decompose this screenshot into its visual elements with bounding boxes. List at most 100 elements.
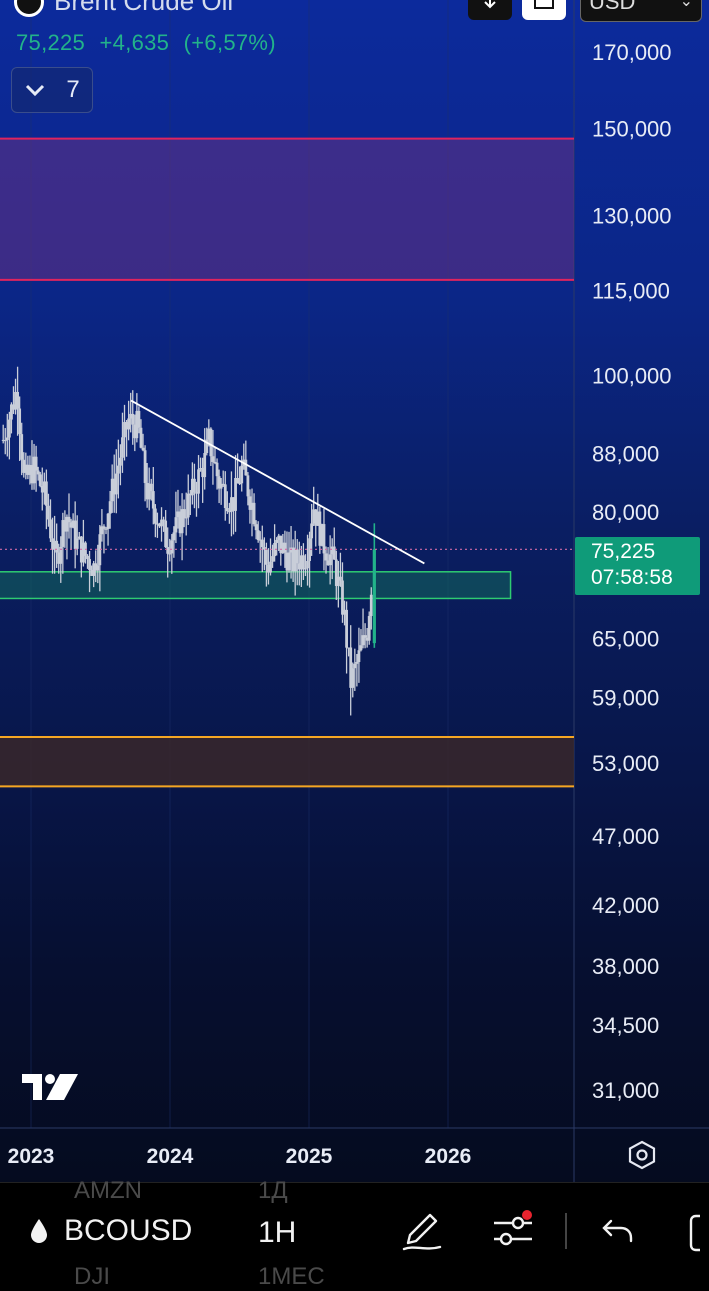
price-change: +4,635	[99, 30, 170, 55]
chevron-down-icon	[26, 84, 45, 97]
price-axis-label: 65,000	[592, 626, 659, 651]
price-axis-label: 115,000	[592, 278, 670, 303]
candle-body	[322, 524, 326, 554]
candle-body	[172, 532, 176, 541]
currency-value: USD	[589, 0, 636, 14]
candle-body	[149, 483, 153, 492]
price-axis-label: 80,000	[592, 500, 659, 525]
candle-body	[306, 560, 309, 569]
tradingview-logo-icon[interactable]	[20, 1070, 80, 1104]
candle-body	[174, 517, 178, 533]
candle-body	[86, 555, 89, 560]
settings-hexagon-icon[interactable]	[627, 1140, 657, 1170]
symbol-title: Brent Crude Oil	[54, 0, 234, 16]
candle-body	[153, 508, 157, 524]
symbol-label: BCOUSD	[64, 1214, 193, 1247]
candle-body	[275, 539, 279, 543]
bar-countdown: 07:58:58	[591, 566, 673, 589]
price-summary: 75,225 +4,635 (+6,57%)	[16, 30, 284, 56]
candle-body	[357, 650, 361, 663]
candle-body	[252, 502, 256, 525]
current-price-label: 75,225 07:58:58	[575, 537, 700, 595]
fullscreen-icon[interactable]	[688, 1213, 709, 1253]
candle-body	[223, 484, 227, 508]
bottom-toolbar: AMZN 1Д DJI 1МЕС BCOUSD 1H	[0, 1177, 709, 1290]
download-icon	[484, 0, 496, 9]
ghost-watchlist-symbol: AMZN	[74, 1177, 142, 1204]
candle-body	[225, 507, 229, 512]
price-axis-label: 59,000	[592, 685, 659, 710]
candle-body	[295, 549, 299, 564]
time-axis-label: 2025	[286, 1145, 333, 1168]
candle-body	[324, 553, 328, 561]
interval-button[interactable]: 1H	[258, 1216, 296, 1250]
candle-body	[119, 457, 122, 466]
current-candle-body	[372, 549, 376, 644]
candle-body	[166, 547, 170, 554]
candle-body	[127, 418, 131, 430]
candle-body	[304, 568, 307, 570]
symbol-header[interactable]: Brent Crude Oil	[14, 0, 233, 17]
candle-body	[18, 408, 22, 435]
candle-body	[102, 526, 106, 529]
candle-body	[193, 478, 196, 493]
candle-body	[75, 538, 79, 549]
candle-body	[264, 549, 268, 565]
candle-body	[211, 456, 215, 462]
candle-body	[203, 453, 207, 478]
indicators-collapse-button[interactable]: 7	[11, 67, 93, 113]
oil-drop-icon	[31, 1219, 47, 1243]
candle-body	[236, 477, 240, 484]
candle-body	[256, 530, 260, 540]
price-axis-label: 53,000	[592, 751, 659, 776]
candle-body	[108, 501, 112, 514]
candle-body	[351, 668, 355, 688]
candle-body	[121, 437, 124, 458]
candle-body	[164, 520, 168, 548]
candle-body	[34, 456, 38, 471]
candle-body	[269, 561, 272, 573]
ghost-watchlist-interval: 1Д	[258, 1177, 288, 1204]
candle-body	[215, 462, 219, 477]
candle-body	[182, 509, 186, 519]
candle-body	[310, 523, 314, 539]
candle-body	[260, 539, 264, 548]
download-button[interactable]	[468, 0, 512, 20]
candle-body	[114, 473, 118, 495]
layout-button[interactable]	[522, 0, 566, 20]
candle-body	[44, 481, 48, 506]
candle-body	[246, 475, 250, 497]
candle-body	[116, 465, 120, 474]
demand-box	[0, 571, 512, 600]
undo-icon[interactable]	[601, 1213, 635, 1247]
chart-area[interactable]: 170,000 150,000 130,000 115,000 100,000 88,00…	[0, 0, 709, 1182]
candle-body	[345, 609, 348, 648]
candle-body	[16, 391, 19, 409]
candle-body	[355, 662, 359, 664]
candle-body	[141, 447, 145, 451]
symbol-logo-icon	[14, 0, 44, 17]
candle-body	[271, 556, 274, 562]
candle-body	[244, 459, 248, 476]
indicators-sliders-icon[interactable]	[490, 1209, 536, 1253]
window-icon	[534, 0, 554, 9]
currency-select[interactable]: USD ⌄	[580, 0, 702, 22]
time-axis-label: 2026	[425, 1145, 472, 1168]
price-axis-label: 42,000	[592, 893, 659, 918]
ghost-watchlist-interval: 1МЕС	[258, 1263, 325, 1290]
candle-body	[139, 427, 143, 448]
candle-body	[3, 440, 7, 442]
candle-body	[287, 552, 291, 571]
symbol-search-button[interactable]: BCOUSD	[28, 1214, 192, 1248]
time-axis-label: 2024	[147, 1145, 194, 1168]
candle-body	[367, 616, 371, 641]
candle-body	[162, 519, 165, 521]
drawing-pen-icon[interactable]	[400, 1209, 444, 1253]
candle-body	[283, 542, 287, 553]
candle-body	[151, 491, 155, 509]
price-axis-label: 170,000	[592, 40, 672, 65]
candle-body	[143, 450, 147, 483]
candle-body	[49, 519, 52, 539]
candle-body	[353, 663, 357, 669]
candle-body	[137, 410, 141, 428]
